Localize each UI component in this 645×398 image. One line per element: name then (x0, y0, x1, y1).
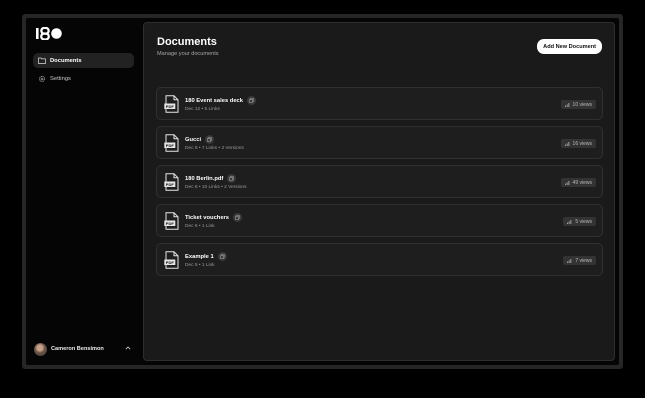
document-name-container: Ticket vouchers (185, 213, 243, 222)
logo-180-icon (36, 27, 62, 40)
copy-link-icon[interactable] (227, 174, 237, 183)
bar-chart-icon (564, 102, 570, 107)
svg-text:PDF: PDF (166, 143, 175, 148)
document-name-container: Gucci (185, 135, 215, 144)
sidebar: Documents Settings Cameron Bensimon (26, 18, 141, 365)
bar-chart-icon (567, 258, 572, 263)
views-count: 49 views (572, 179, 592, 186)
document-name[interactable]: 180 Event sales deck (185, 98, 243, 104)
chevron-up-icon (125, 346, 131, 352)
brand-logo[interactable] (36, 27, 63, 40)
app-body: Documents Settings Cameron Bensimon Docu… (26, 18, 619, 365)
folder-icon (37, 56, 46, 65)
pdf-file-icon: PDF (164, 95, 179, 113)
bar-chart-icon (564, 180, 570, 185)
views-badge[interactable]: 49 views (560, 178, 596, 187)
views-badge[interactable]: 5 views (563, 217, 596, 226)
page-title: Documents (157, 36, 217, 48)
document-meta: Dec 12 • 5 Links (185, 107, 220, 112)
gear-icon (37, 74, 46, 83)
bar-chart-icon (567, 219, 572, 224)
sidebar-item-settings[interactable]: Settings (33, 71, 134, 86)
user-name: Cameron Bensimon (51, 346, 104, 352)
svg-text:PDF: PDF (166, 221, 175, 226)
document-name-container: 180 Event sales deck (185, 96, 257, 105)
views-count: 7 views (575, 257, 592, 264)
pdf-file-icon: PDF (164, 134, 179, 152)
copy-link-icon[interactable] (205, 135, 215, 144)
copy-link-icon[interactable] (233, 213, 243, 222)
page-subtitle: Manage your documents (157, 51, 219, 57)
document-name[interactable]: Ticket vouchers (185, 215, 229, 221)
document-name-container: 180 Berlin.pdf (185, 174, 237, 183)
main-panel: Documents Manage your documents Add New … (143, 22, 615, 361)
document-name[interactable]: Gucci (185, 137, 201, 143)
document-row[interactable]: PDF Example 1 Dec 5 • 1 Link 7 views (156, 243, 603, 276)
document-name-container: Example 1 (185, 252, 227, 261)
add-document-button[interactable]: Add New Document (537, 39, 602, 54)
svg-text:PDF: PDF (166, 104, 175, 109)
document-list: PDF 180 Event sales deck Dec 12 • 5 Link… (156, 87, 603, 282)
document-meta: Dec 8 • 10 Links • 2 Versions (185, 185, 247, 190)
bar-chart-icon (564, 141, 570, 146)
document-row[interactable]: PDF Ticket vouchers Dec 6 • 1 Link 5 vie… (156, 204, 603, 237)
views-count: 5 views (575, 218, 592, 225)
document-meta: Dec 6 • 1 Link (185, 224, 215, 229)
svg-text:PDF: PDF (166, 260, 175, 265)
svg-text:PDF: PDF (166, 182, 175, 187)
document-meta: Dec 5 • 1 Link (185, 263, 215, 268)
sidebar-item-label: Documents (50, 57, 82, 64)
sidebar-item-documents[interactable]: Documents (33, 53, 134, 68)
copy-link-icon[interactable] (247, 96, 257, 105)
sidebar-nav: Documents Settings (33, 53, 134, 89)
app-window: Documents Settings Cameron Bensimon Docu… (22, 14, 623, 369)
document-row[interactable]: PDF 180 Event sales deck Dec 12 • 5 Link… (156, 87, 603, 120)
avatar (34, 342, 47, 356)
views-badge[interactable]: 7 views (563, 256, 596, 265)
views-count: 10 views (572, 101, 592, 108)
document-name[interactable]: Example 1 (185, 254, 214, 260)
copy-link-icon[interactable] (217, 252, 227, 261)
views-badge[interactable]: 16 views (560, 139, 596, 148)
document-meta: Dec 8 • 7 Links • 3 Versions (185, 146, 244, 151)
views-badge[interactable]: 10 views (560, 100, 596, 109)
user-menu[interactable]: Cameron Bensimon (34, 341, 134, 357)
sidebar-item-label: Settings (50, 75, 71, 82)
pdf-file-icon: PDF (164, 212, 179, 230)
document-row[interactable]: PDF 180 Berlin.pdf Dec 8 • 10 Links • 2 … (156, 165, 603, 198)
document-name[interactable]: 180 Berlin.pdf (185, 176, 223, 182)
pdf-file-icon: PDF (164, 251, 179, 269)
views-count: 16 views (572, 140, 592, 147)
pdf-file-icon: PDF (164, 173, 179, 191)
document-row[interactable]: PDF Gucci Dec 8 • 7 Links • 3 Versions 1… (156, 126, 603, 159)
